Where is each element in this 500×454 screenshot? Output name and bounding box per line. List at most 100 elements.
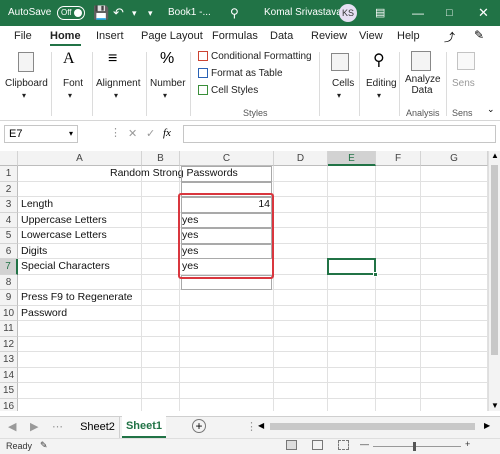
tab-review[interactable]: Review	[311, 30, 347, 42]
minimize-icon[interactable]: —	[412, 0, 424, 26]
cell-a6[interactable]: Digits	[21, 244, 141, 259]
scroll-down-icon[interactable]: ▼	[491, 401, 499, 410]
tab-formulas[interactable]: Formulas	[212, 30, 258, 42]
next-sheet-icon[interactable]: ▶	[30, 420, 38, 433]
zoom-in-icon[interactable]: +	[465, 439, 470, 449]
format-as-table-button[interactable]: Format as Table	[211, 68, 283, 79]
conditional-formatting-button[interactable]: Conditional Formatting	[211, 51, 312, 62]
zoom-slider[interactable]	[373, 442, 461, 451]
comments-icon[interactable]: ✎	[474, 28, 484, 42]
select-all[interactable]	[0, 151, 18, 166]
column-header-b[interactable]: B	[142, 151, 180, 166]
row-header-9[interactable]: 9	[0, 290, 18, 306]
column-header-d[interactable]: D	[274, 151, 328, 166]
cells-button[interactable]: Cells	[332, 78, 354, 89]
editing-button[interactable]: Editing	[366, 78, 397, 89]
row-header-2[interactable]: 2	[0, 181, 18, 197]
save-icon[interactable]: 💾	[93, 0, 109, 26]
insert-function-button[interactable]: fx	[163, 127, 171, 139]
formula-input[interactable]	[183, 125, 496, 143]
chevron-down-icon[interactable]: ▾	[69, 126, 73, 142]
row-header-11[interactable]: 11	[0, 321, 18, 337]
tab-help[interactable]: Help	[397, 30, 420, 42]
analyze-data-button[interactable]: Analyze Data	[405, 74, 441, 96]
page-layout-view-icon[interactable]	[312, 440, 323, 450]
page-break-view-icon[interactable]	[338, 440, 349, 450]
row-header-13[interactable]: 13	[0, 352, 18, 368]
row-header-8[interactable]: 8	[0, 274, 18, 290]
tab-home[interactable]: Home	[50, 30, 81, 46]
scroll-up-icon[interactable]: ▲	[491, 151, 499, 160]
ribbon-expand-icon[interactable]: ⌄	[487, 104, 495, 115]
scroll-left-icon[interactable]: ◀	[258, 421, 264, 430]
cancel-icon[interactable]: ✕	[128, 127, 137, 140]
zoom-out-icon[interactable]: —	[360, 439, 369, 449]
row-header-1[interactable]: 1	[0, 166, 18, 182]
column-header-g[interactable]: G	[421, 151, 488, 166]
selected-cell-e7[interactable]	[327, 258, 376, 275]
number-button[interactable]: Number	[150, 78, 186, 89]
clipboard-button[interactable]: Clipboard	[5, 78, 48, 89]
font-button[interactable]: Font	[63, 78, 83, 89]
row-header-12[interactable]: 12	[0, 336, 18, 352]
prev-sheet-icon[interactable]: ◀	[8, 420, 16, 433]
sheet-tab-sheet2[interactable]: Sheet2	[76, 417, 120, 438]
sheet-bar-splitter[interactable]: ⋮	[246, 420, 257, 433]
row-header-5[interactable]: 5	[0, 228, 18, 244]
row-header-14[interactable]: 14	[0, 367, 18, 383]
search-icon[interactable]: ⚲	[230, 0, 239, 26]
alignment-button[interactable]: Alignment	[96, 78, 140, 89]
cell-a3[interactable]: Length	[21, 197, 141, 212]
column-header-c[interactable]: C	[180, 151, 274, 166]
cell-a4[interactable]: Uppercase Letters	[21, 213, 141, 228]
alignment-icon[interactable]: ≡	[108, 50, 117, 68]
cell-a7[interactable]: Special Characters	[21, 259, 141, 274]
font-icon[interactable]: A	[63, 50, 75, 68]
customize-icon[interactable]: ▾	[148, 0, 153, 26]
row-header-16[interactable]: 16	[0, 398, 18, 411]
sensitivity-button[interactable]: Sens	[452, 78, 475, 89]
redo-icon[interactable]: ▾	[132, 0, 137, 26]
spreadsheet-grid[interactable]: A B C D E F G 1 2 3 4 5 6 7 8 9 10 11 12 13 14 15 16 Random Str…	[0, 151, 488, 411]
undo-icon[interactable]: ↶	[113, 0, 124, 26]
cell-styles-button[interactable]: Cell Styles	[211, 85, 258, 96]
clipboard-icon[interactable]	[18, 52, 34, 72]
zoom-slider-thumb[interactable]	[413, 442, 416, 451]
close-icon[interactable]: ✕	[478, 0, 489, 26]
fill-handle[interactable]	[373, 271, 378, 277]
row-header-10[interactable]: 10	[0, 305, 18, 321]
horizontal-scrollbar[interactable]: ◀ ▶	[258, 421, 500, 433]
scroll-right-icon[interactable]: ▶	[484, 421, 490, 430]
cells-icon[interactable]	[331, 53, 349, 71]
enter-icon[interactable]: ✓	[146, 127, 155, 140]
row-header-15[interactable]: 15	[0, 383, 18, 399]
maximize-icon[interactable]: □	[446, 0, 453, 26]
accessibility-icon[interactable]: ✎	[40, 440, 48, 451]
normal-view-icon[interactable]	[286, 440, 297, 450]
editing-icon[interactable]: ⚲	[373, 50, 385, 70]
scroll-thumb[interactable]	[491, 165, 498, 355]
name-box[interactable]: E7 ▾	[4, 125, 78, 143]
avatar[interactable]: KS	[339, 4, 357, 22]
tab-file[interactable]: File	[14, 30, 32, 42]
horizontal-scroll-thumb[interactable]	[270, 423, 475, 430]
cell-a10[interactable]: Password	[21, 306, 141, 321]
autosave-toggle[interactable]: Off	[57, 6, 85, 20]
row-header-3[interactable]: 3	[0, 197, 18, 213]
share-icon[interactable]: ⤴	[444, 29, 455, 45]
cell-a9[interactable]: Press F9 to Regenerate	[21, 290, 161, 305]
ribbon-display-icon[interactable]: ▤	[375, 0, 385, 26]
number-icon[interactable]: %	[160, 50, 174, 68]
tab-insert[interactable]: Insert	[96, 30, 124, 42]
sheet-tab-sheet1[interactable]: Sheet1	[122, 416, 166, 438]
column-header-e[interactable]: E	[328, 151, 376, 166]
tab-data[interactable]: Data	[270, 30, 293, 42]
row-header-4[interactable]: 4	[0, 212, 18, 228]
sheet-options-icon[interactable]: ⋯	[52, 420, 63, 433]
cell-a5[interactable]: Lowercase Letters	[21, 228, 141, 243]
row-header-7[interactable]: 7	[0, 259, 18, 275]
tab-view[interactable]: View	[359, 30, 383, 42]
column-header-f[interactable]: F	[376, 151, 421, 166]
vertical-scrollbar[interactable]: ▲ ▼	[488, 151, 500, 411]
row-header-6[interactable]: 6	[0, 243, 18, 259]
